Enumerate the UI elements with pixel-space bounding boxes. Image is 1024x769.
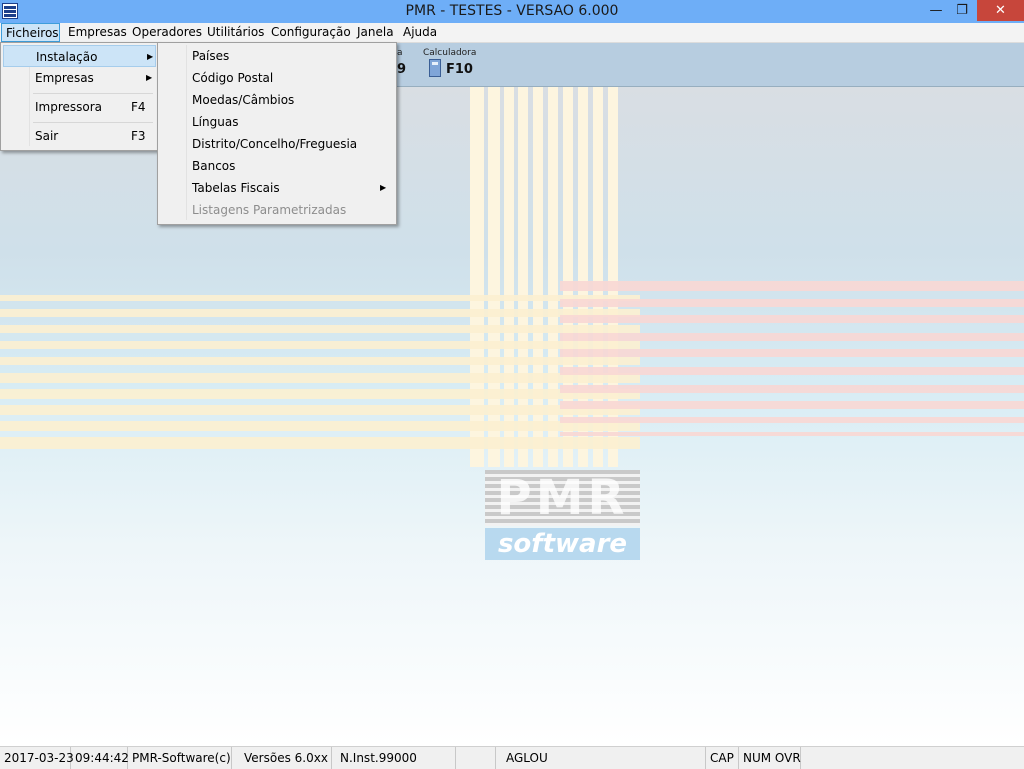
status-install-number: N.Inst.99000	[336, 747, 456, 769]
menu-item-label: Países	[192, 49, 230, 63]
menu-item-shortcut: F4	[131, 100, 146, 114]
menu-ficheiros[interactable]: Ficheiros	[1, 23, 60, 42]
submenu-item-paises[interactable]: Países	[160, 45, 392, 67]
menu-empresas[interactable]: Empresas	[68, 23, 127, 42]
menu-item-label: Empresas	[35, 71, 94, 85]
restore-icon[interactable]: ❐	[948, 0, 976, 21]
logo-software-text: software	[485, 528, 640, 560]
menu-item-label: Bancos	[192, 159, 236, 173]
status-date: 2017-03-23	[0, 747, 74, 769]
menu-item-label: Listagens Parametrizadas	[192, 203, 347, 217]
menu-item-label: Moedas/Câmbios	[192, 93, 295, 107]
background-band	[560, 401, 1024, 409]
background-band	[0, 295, 640, 301]
background-band	[0, 437, 640, 449]
background-band	[560, 432, 1024, 436]
background-band	[0, 389, 640, 399]
background-band	[560, 367, 1024, 375]
submenu-item-linguas[interactable]: Línguas	[160, 111, 392, 133]
submenu-arrow-icon: ▶	[146, 73, 153, 82]
menu-bar: Ficheiros Empresas Operadores Utilitário…	[0, 23, 1024, 43]
window-title: PMR - TESTES - VERSAO 6.000	[405, 3, 619, 19]
mdi-workspace: PMR software	[0, 87, 1024, 745]
status-user: AGLOU	[502, 747, 706, 769]
ficheiros-menu: Instalação ▶ Empresas ▶ Impressora F4 Sa…	[0, 42, 159, 151]
toolbar-partial-key[interactable]: 9	[397, 62, 406, 77]
logo-pmr-text: PMR	[496, 470, 629, 526]
submenu-item-distrito-concelho-freguesia[interactable]: Distrito/Concelho/Freguesia	[160, 133, 392, 155]
status-time: 09:44:42	[71, 747, 129, 769]
menu-item-label: Instalação	[36, 50, 98, 64]
status-company: PMR-Software(c)	[128, 747, 232, 769]
calculator-icon[interactable]	[429, 59, 441, 77]
menu-configuracao[interactable]: Configuração	[271, 23, 351, 42]
submenu-item-codigo-postal[interactable]: Código Postal	[160, 67, 392, 89]
menu-item-label: Tabelas Fiscais	[192, 181, 280, 195]
background-band	[560, 281, 1024, 291]
submenu-arrow-icon: ▶	[380, 183, 387, 192]
menu-item-label: Distrito/Concelho/Freguesia	[192, 137, 358, 151]
menu-utilitarios[interactable]: Utilitários	[207, 23, 264, 42]
menu-item-label: Sair	[35, 129, 59, 143]
instalacao-submenu: Países Código Postal Moedas/Câmbios Líng…	[157, 42, 397, 225]
background-band	[560, 299, 1024, 307]
status-blank	[456, 747, 496, 769]
background-band	[0, 309, 640, 317]
minimize-icon[interactable]: —	[922, 0, 950, 21]
calculator-key[interactable]: F10	[446, 62, 473, 77]
background-band	[0, 357, 640, 365]
background-band	[560, 417, 1024, 423]
menu-separator	[33, 122, 153, 123]
background-band	[560, 315, 1024, 323]
toolbar-partial-label: a	[397, 48, 403, 58]
menu-janela[interactable]: Janela	[357, 23, 394, 42]
menu-item-empresas[interactable]: Empresas ▶	[3, 67, 156, 89]
background-band	[560, 349, 1024, 357]
background-band	[0, 341, 640, 349]
menu-item-instalacao[interactable]: Instalação ▶	[3, 45, 156, 67]
close-icon[interactable]: ✕	[977, 0, 1024, 21]
menu-item-label: Código Postal	[192, 71, 274, 85]
submenu-item-tabelas-fiscais[interactable]: Tabelas Fiscais ▶	[160, 177, 392, 199]
menu-ajuda[interactable]: Ajuda	[403, 23, 437, 42]
status-versions: Versões 6.0xx	[240, 747, 332, 769]
submenu-item-listagens-parametrizadas: Listagens Parametrizadas	[160, 199, 392, 221]
background-band	[0, 325, 640, 333]
menu-item-impressora[interactable]: Impressora F4	[3, 96, 156, 118]
title-bar: PMR - TESTES - VERSAO 6.000 — ❐ ✕	[0, 0, 1024, 23]
background-band	[0, 405, 640, 415]
background-band	[560, 333, 1024, 341]
status-bar: 2017-03-23 09:44:42 PMR-Software(c) Vers…	[0, 746, 1024, 769]
background-band	[0, 421, 640, 431]
menu-item-shortcut: F3	[131, 129, 146, 143]
menu-separator	[33, 93, 153, 94]
menu-item-label: Línguas	[192, 115, 239, 129]
background-band	[0, 373, 640, 383]
menu-item-label: Impressora	[35, 100, 103, 114]
menu-operadores[interactable]: Operadores	[132, 23, 202, 42]
pmr-software-logo: PMR software	[485, 470, 640, 562]
menu-item-sair[interactable]: Sair F3	[3, 125, 156, 147]
status-cap: CAP	[706, 747, 739, 769]
submenu-item-bancos[interactable]: Bancos	[160, 155, 392, 177]
calculator-label: Calculadora	[423, 48, 477, 58]
background-band	[560, 385, 1024, 393]
status-num-ovr: NUM OVR	[739, 747, 801, 769]
submenu-item-moedas-cambios[interactable]: Moedas/Câmbios	[160, 89, 392, 111]
submenu-arrow-icon: ▶	[147, 52, 154, 61]
